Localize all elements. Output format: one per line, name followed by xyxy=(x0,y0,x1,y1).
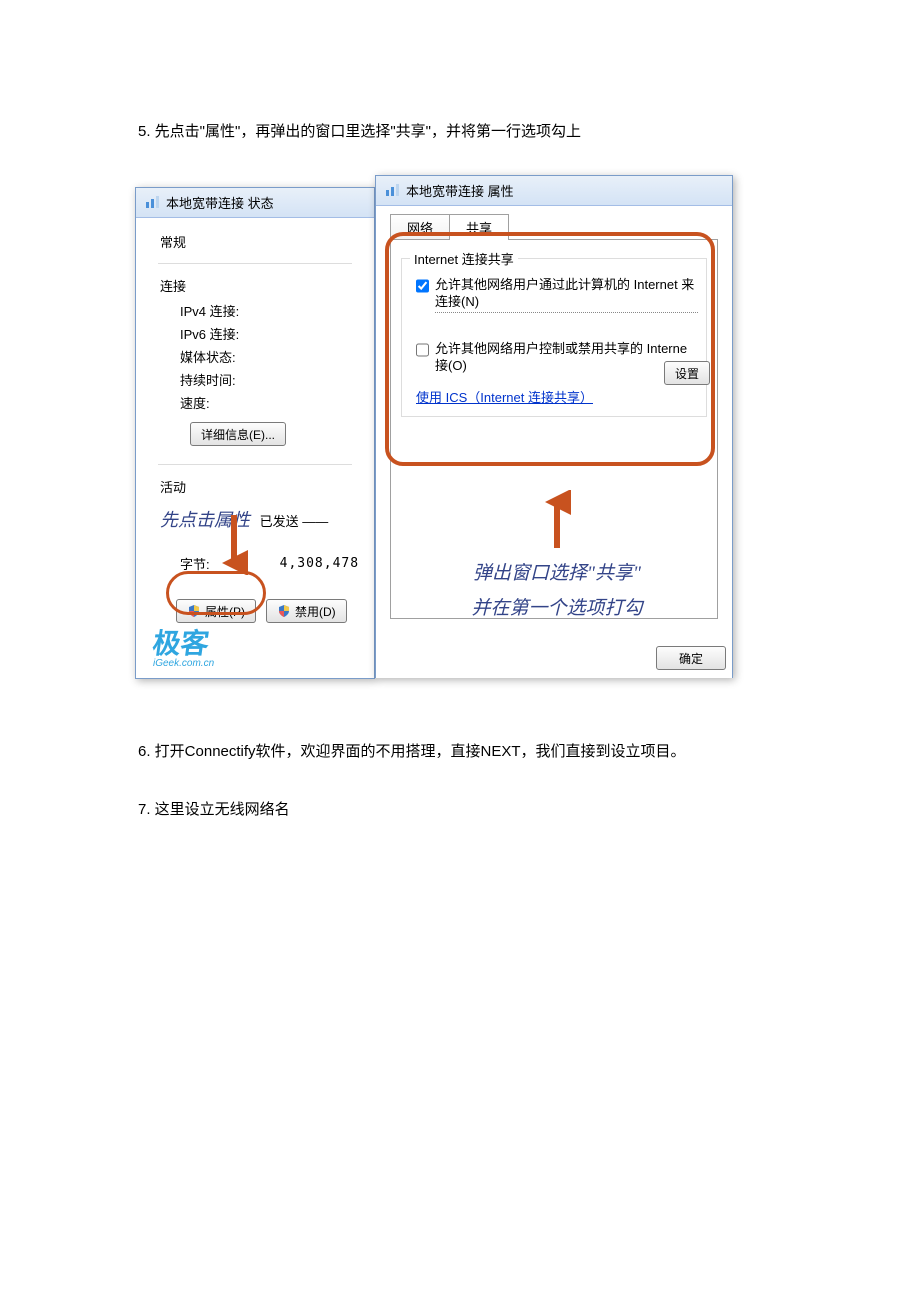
status-body: 常规 连接 IPv4 连接: IPv6 连接: 媒体状态: 持续时间: 速度: … xyxy=(136,218,374,678)
arrow-down-icon xyxy=(220,515,248,575)
doc-step-6: 6. 打开Connectify软件，欢迎界面的不用搭理，直接NEXT，我们直接到… xyxy=(138,740,686,761)
bytes-value: 4,308,478 xyxy=(280,556,359,571)
checkbox-allow[interactable] xyxy=(416,279,429,293)
row-speed: 速度: xyxy=(146,391,364,414)
status-window: 本地宽带连接 状态 常规 连接 IPv4 连接: IPv6 连接: 媒体状态: … xyxy=(135,187,375,679)
status-title: 本地宽带连接 状态 xyxy=(166,193,274,212)
disable-button[interactable]: 禁用(D) xyxy=(266,599,347,623)
tab-network[interactable]: 网络 xyxy=(390,214,450,240)
connection-label: 连接 xyxy=(146,270,364,299)
settings-button[interactable]: 设置 xyxy=(664,361,710,385)
properties-button[interactable]: 属性(P) xyxy=(176,599,256,623)
status-tab-general: 常规 xyxy=(146,228,364,251)
doc-step-7: 7. 这里设立无线网络名 xyxy=(138,798,290,819)
network-icon xyxy=(384,183,400,199)
shield-icon xyxy=(187,604,201,618)
status-titlebar: 本地宽带连接 状态 xyxy=(136,188,374,218)
tab-content: Internet 连接共享 允许其他网络用户通过此计算机的 Internet 来… xyxy=(390,239,718,619)
bytes-label: 字节: xyxy=(180,554,210,573)
activity-section: 活动 先点击属性 已发送 —— 字节: 4,308,478 属性(P) xyxy=(146,471,364,623)
group-title: Internet 连接共享 xyxy=(410,249,518,268)
tab-sharing[interactable]: 共享 xyxy=(449,214,509,240)
row-ipv6: IPv6 连接: xyxy=(146,322,364,345)
sent-label: 已发送 —— xyxy=(260,514,329,529)
props-titlebar: 本地宽带连接 属性 xyxy=(376,176,732,206)
network-icon xyxy=(144,195,160,211)
ics-group: Internet 连接共享 允许其他网络用户通过此计算机的 Internet 来… xyxy=(401,258,707,417)
tabs-strip: 网络 共享 xyxy=(376,206,732,240)
props-body: 网络 共享 Internet 连接共享 允许其他网络用户通过此计算机的 Inte… xyxy=(376,206,732,678)
properties-window: 本地宽带连接 属性 网络 共享 Internet 连接共享 允许其他网络用户通过… xyxy=(375,175,733,678)
activity-label: 活动 xyxy=(146,471,364,500)
row-ipv4: IPv4 连接: xyxy=(146,299,364,322)
ok-button[interactable]: 确定 xyxy=(656,646,726,670)
arrow-up-icon xyxy=(407,490,707,550)
shield-icon xyxy=(277,604,291,618)
props-title: 本地宽带连接 属性 xyxy=(406,181,514,200)
ics-link[interactable]: 使用 ICS（Internet 连接共享） xyxy=(416,390,593,405)
row-media: 媒体状态: xyxy=(146,345,364,368)
doc-step-5: 5. 先点击"属性"，再弹出的窗口里选择"共享"，并将第一行选项勾上 xyxy=(138,120,581,141)
checkbox-control[interactable] xyxy=(416,343,429,357)
annotation-right-1: 弹出窗口选择"共享" xyxy=(407,558,707,585)
screenshot-area: 本地宽带连接 状态 常规 连接 IPv4 连接: IPv6 连接: 媒体状态: … xyxy=(135,175,735,685)
annotation-right-2: 并在第一个选项打勾 xyxy=(407,593,707,620)
check-allow-share[interactable]: 允许其他网络用户通过此计算机的 Internet 来连接(N) xyxy=(410,273,698,319)
row-duration: 持续时间: xyxy=(146,368,364,391)
details-button[interactable]: 详细信息(E)... xyxy=(190,422,286,446)
watermark-logo: 极客 iGeek.com.cn xyxy=(153,622,214,669)
check-allow-control[interactable]: 允许其他网络用户控制或禁用共享的 Interne 接(O) xyxy=(410,337,698,381)
